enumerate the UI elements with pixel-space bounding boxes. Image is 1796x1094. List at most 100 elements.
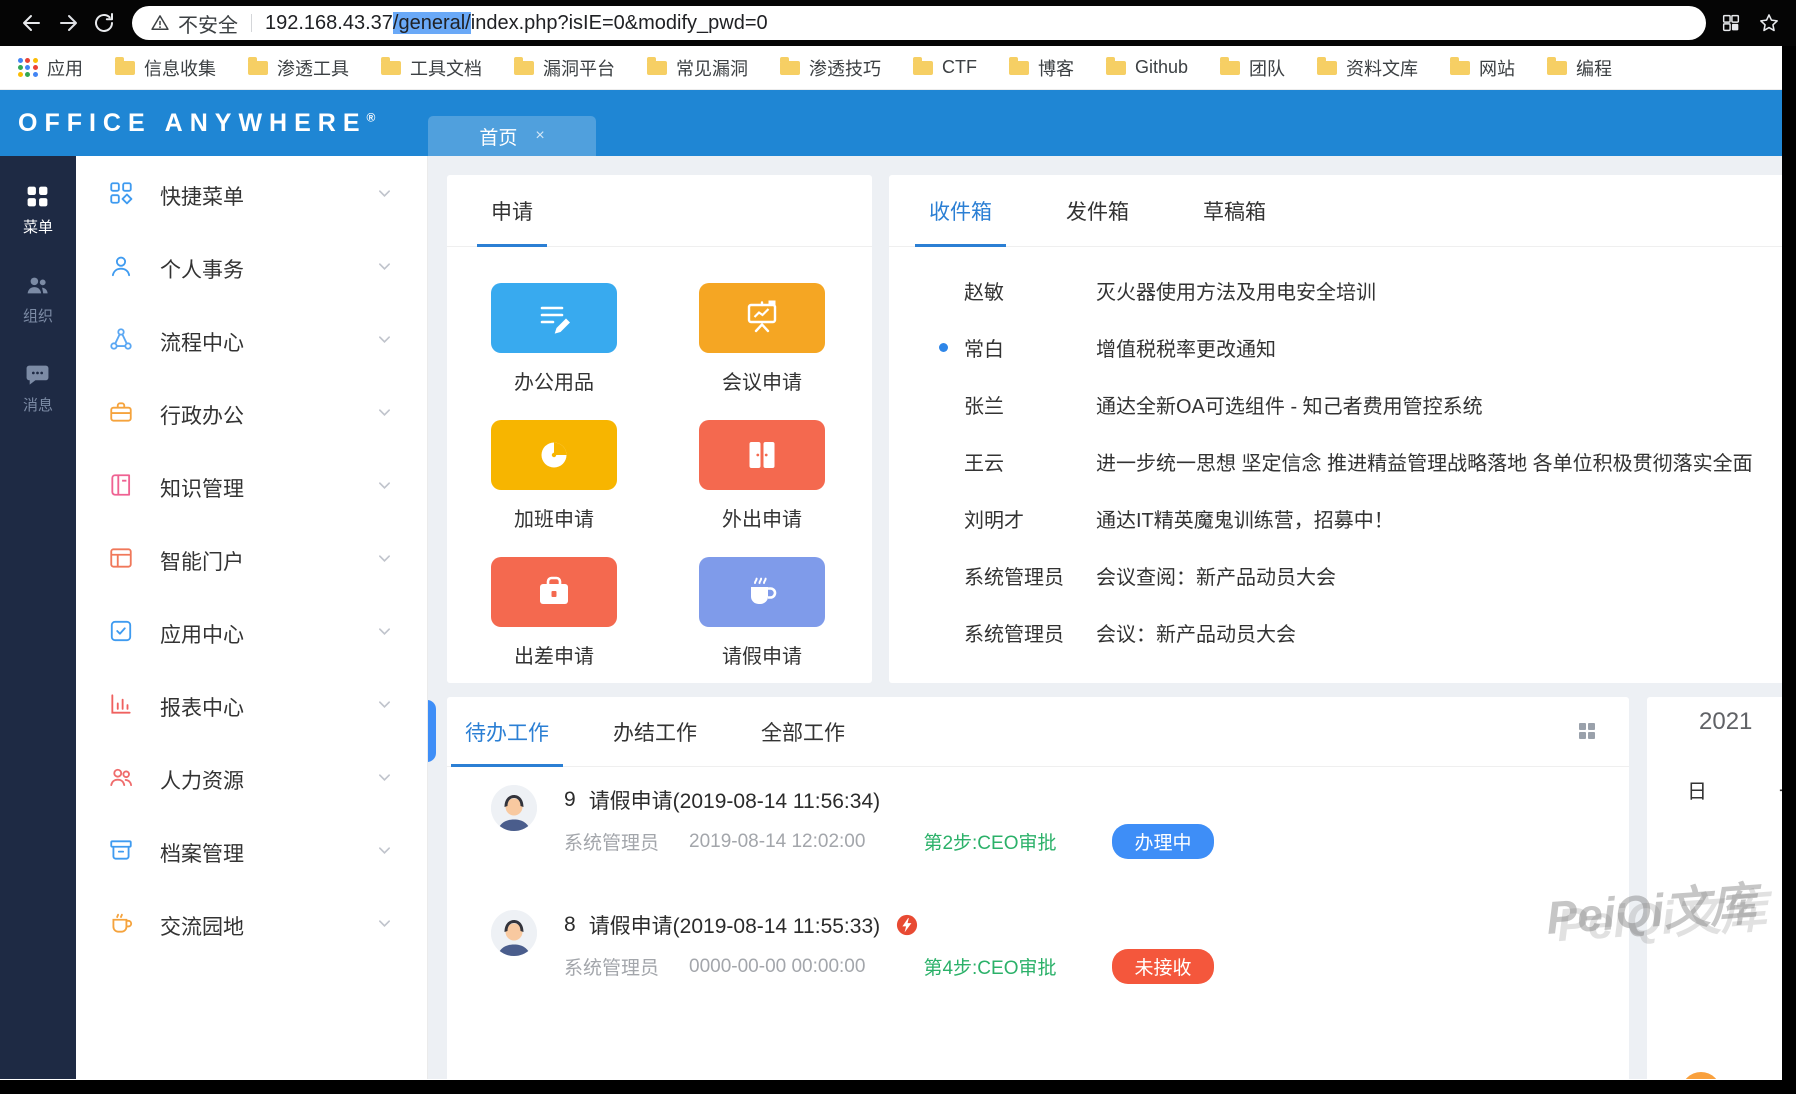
tile-overtime-request[interactable]: 加班申请 — [491, 420, 617, 532]
chevron-down-icon — [378, 260, 391, 278]
bookmark-label: 团队 — [1249, 55, 1285, 81]
bookmark-label: 漏洞平台 — [543, 55, 615, 81]
bookmark-label: 博客 — [1038, 55, 1074, 81]
bookmark-item[interactable]: Github — [1106, 57, 1188, 78]
chevron-down-icon — [378, 625, 391, 643]
bookmark-item[interactable]: 渗透技巧 — [780, 55, 881, 81]
mail-row[interactable]: 系统管理员会议：新产品动员大会 — [889, 604, 1782, 661]
chevron-down-icon — [378, 479, 391, 497]
bookmark-item[interactable]: 渗透工具 — [248, 55, 349, 81]
grid-view-icon[interactable] — [1579, 723, 1595, 739]
menu-item-portal[interactable]: 智能门户 — [76, 524, 427, 597]
work-item[interactable]: 8 请假申请(2019-08-14 11:55:33) 系统管理员 0000-0… — [491, 910, 1629, 984]
nav-rail: 菜单 组织 消息 — [0, 156, 76, 1079]
menu-item-reports[interactable]: 报表中心 — [76, 670, 427, 743]
mail-row[interactable]: 张兰通达全新OA可选组件 - 知己者费用管控系统 — [889, 376, 1782, 433]
work-step: 第4步:CEO审批 — [923, 953, 1056, 980]
rail-item-org[interactable]: 组织 — [23, 273, 53, 326]
rail-item-message[interactable]: 消息 — [23, 362, 53, 415]
bookmark-item[interactable]: 博客 — [1009, 55, 1074, 81]
app-header: OFFICE ANYWHERE® 首页 × — [0, 90, 1782, 156]
forward-button[interactable] — [50, 5, 86, 41]
work-owner: 系统管理员 — [564, 953, 659, 980]
mail-row[interactable]: 系统管理员会议查阅：新产品动员大会 — [889, 547, 1782, 604]
bookmark-item[interactable]: 网站 — [1450, 55, 1515, 81]
bookmark-item[interactable]: 常见漏洞 — [647, 55, 748, 81]
urgent-bolt-icon — [896, 914, 918, 936]
bookmark-item[interactable]: CTF — [913, 57, 977, 78]
tab-finished-work[interactable]: 办结工作 — [613, 697, 697, 766]
menu-item-hr[interactable]: 人力资源 — [76, 743, 427, 816]
address-bar[interactable]: 不安全 192.168.43.37/general/index.php?isIE… — [132, 6, 1706, 40]
bookmark-label: 资料文库 — [1346, 55, 1418, 81]
archive-box-icon — [108, 837, 134, 868]
tab-apply[interactable]: 申请 — [491, 175, 533, 246]
mail-row[interactable]: 刘明才通达IT精英魔鬼训练营，招募中！ — [889, 490, 1782, 547]
menu-item-knowledge[interactable]: 知识管理 — [76, 451, 427, 524]
url-text: 192.168.43.37/general/index.php?isIE=0&m… — [265, 12, 768, 35]
work-item[interactable]: 9 请假申请(2019-08-14 11:56:34) 系统管理员 2019-0… — [491, 785, 1629, 859]
tab-drafts[interactable]: 草稿箱 — [1203, 175, 1266, 246]
presentation-icon — [699, 283, 825, 353]
close-icon[interactable]: × — [535, 127, 544, 145]
menu-collapse-handle[interactable] — [428, 700, 436, 762]
folder-icon — [1220, 61, 1240, 75]
mail-row[interactable]: 赵敏灭火器使用方法及用电安全培训 — [889, 262, 1782, 319]
bookmark-item[interactable]: 编程 — [1547, 55, 1612, 81]
calendar-card: 2021 日 一 — [1647, 697, 1782, 1079]
tab-inbox[interactable]: 收件箱 — [929, 175, 992, 246]
mail-row[interactable]: 常白增值税税率更改通知 — [889, 319, 1782, 376]
address-separator — [251, 14, 252, 32]
folder-icon — [1009, 61, 1029, 75]
chevron-down-icon — [378, 917, 391, 935]
bookmark-item[interactable]: 信息收集 — [115, 55, 216, 81]
door-icon — [699, 420, 825, 490]
reload-button[interactable] — [86, 5, 122, 41]
chevron-down-icon — [378, 552, 391, 570]
bookmark-item[interactable]: 资料文库 — [1317, 55, 1418, 81]
folder-icon — [1106, 61, 1126, 75]
mail-row[interactable]: 王云进一步统一思想 坚定信念 推进精益管理战略落地 各单位积极贯彻落实全面 — [889, 433, 1782, 490]
apps-grid-icon — [18, 58, 38, 78]
apply-card: 申请 办公用品 会议申请 — [447, 175, 872, 683]
work-time: 0000-00-00 00:00:00 — [689, 956, 865, 978]
tile-office-supplies[interactable]: 办公用品 — [491, 283, 617, 395]
avatar — [491, 910, 537, 956]
url-highlighted-segment: /general/ — [393, 12, 471, 34]
briefcase-icon — [108, 399, 134, 430]
person-icon — [108, 253, 134, 284]
menu-grid-icon — [25, 184, 50, 209]
tab-home-label: 首页 — [479, 123, 517, 150]
browser-chrome: 不安全 192.168.43.37/general/index.php?isIE… — [0, 0, 1796, 46]
rail-item-menu[interactable]: 菜单 — [23, 184, 53, 237]
tab-home[interactable]: 首页 × — [428, 116, 596, 156]
menu-item-admin[interactable]: 行政办公 — [76, 378, 427, 451]
menu-item-personal[interactable]: 个人事务 — [76, 232, 427, 305]
tab-outbox[interactable]: 发件箱 — [1066, 175, 1129, 246]
bookmark-item[interactable]: 漏洞平台 — [514, 55, 615, 81]
menu-item-quick-menu[interactable]: 快捷菜单 — [76, 159, 427, 232]
back-button[interactable] — [14, 5, 50, 41]
tile-outing-request[interactable]: 外出申请 — [699, 420, 825, 532]
star-icon[interactable] — [1758, 12, 1780, 34]
extensions-icon[interactable] — [1720, 12, 1742, 34]
menu-item-app-center[interactable]: 应用中心 — [76, 597, 427, 670]
chevron-down-icon — [378, 406, 391, 424]
bookmark-item[interactable]: 团队 — [1220, 55, 1285, 81]
tile-business-trip-request[interactable]: 出差申请 — [491, 557, 617, 669]
tile-leave-request[interactable]: 请假申请 — [699, 557, 825, 669]
reload-icon — [92, 11, 116, 35]
bookmark-item-apps[interactable]: 应用 — [18, 55, 83, 81]
tile-meeting-request[interactable]: 会议申请 — [699, 283, 825, 395]
menu-item-archive[interactable]: 档案管理 — [76, 816, 427, 889]
tab-pending-work[interactable]: 待办工作 — [465, 697, 549, 766]
work-title: 请假申请(2019-08-14 11:55:33) — [589, 910, 880, 940]
calendar-date-highlight[interactable] — [1681, 1072, 1721, 1079]
menu-item-process[interactable]: 流程中心 — [76, 305, 427, 378]
status-badge: 办理中 — [1112, 824, 1213, 859]
bookmark-item[interactable]: 工具文档 — [381, 55, 482, 81]
app-check-icon — [108, 618, 134, 649]
menu-item-forum[interactable]: 交流园地 — [76, 889, 427, 962]
tab-all-work[interactable]: 全部工作 — [761, 697, 845, 766]
org-people-icon — [25, 273, 50, 298]
